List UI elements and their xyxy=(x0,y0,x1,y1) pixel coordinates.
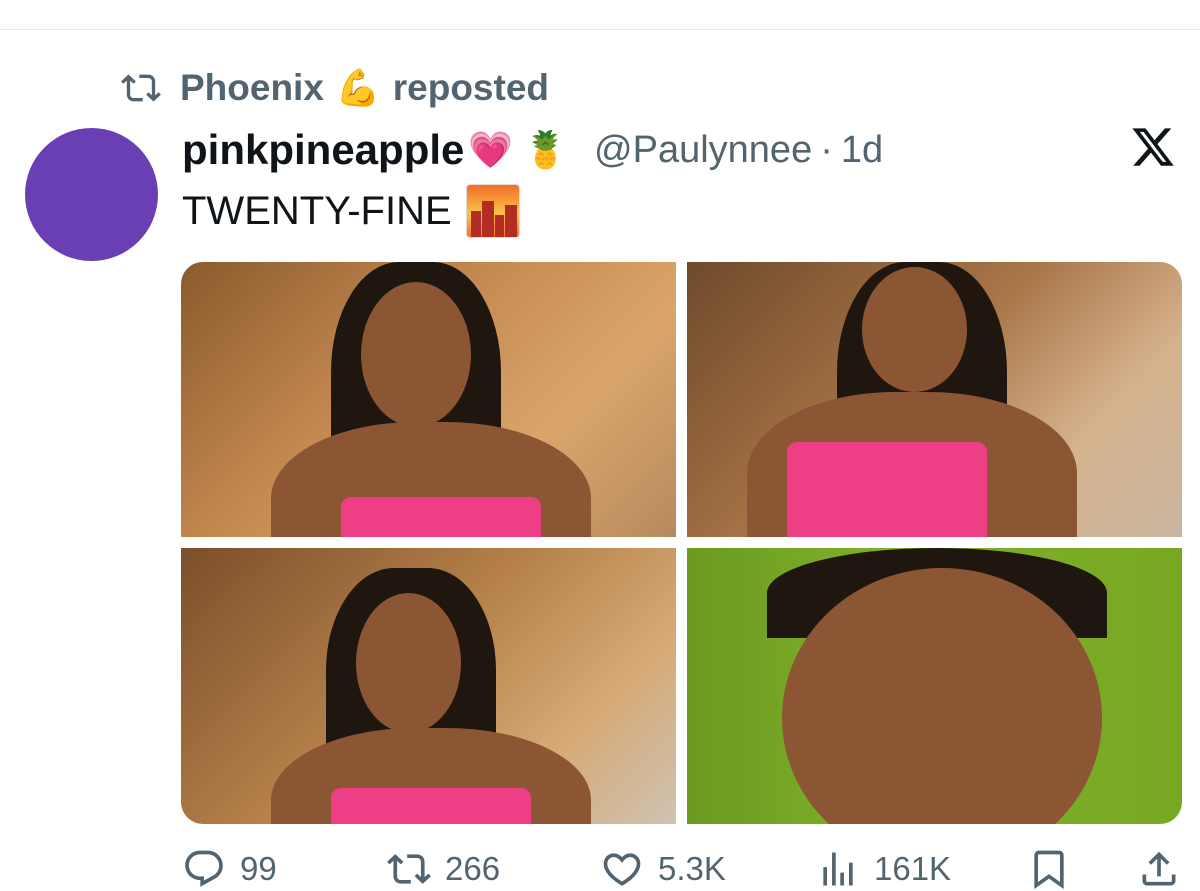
reply-count: 99 xyxy=(240,849,277,887)
heart-icon xyxy=(603,852,641,886)
photo-1[interactable] xyxy=(181,262,676,537)
tweet-header: pinkpineapple 💗 🍍 @Paulynnee · 1d xyxy=(182,122,883,178)
photo-2[interactable] xyxy=(687,262,1182,537)
view-count: 161K xyxy=(874,849,952,887)
tweet-text-content: TWENTY-FINE xyxy=(182,188,452,233)
repost-button[interactable]: 266 xyxy=(387,846,500,891)
repost-label: reposted xyxy=(392,67,550,108)
user-handle[interactable]: @Paulynnee xyxy=(594,129,812,172)
like-count: 5.3K xyxy=(658,849,726,887)
repost-user[interactable]: Phoenix xyxy=(180,67,324,109)
timestamp[interactable]: 1d xyxy=(841,129,883,172)
tweet-text: TWENTY-FINE xyxy=(182,184,520,238)
separator-dot: · xyxy=(820,128,833,171)
bookmark-icon xyxy=(1034,850,1064,889)
top-divider xyxy=(0,29,1200,30)
reply-icon xyxy=(185,850,223,887)
repost-icon xyxy=(387,853,431,884)
action-bar: 99 266 5.3K 161K xyxy=(182,846,1192,891)
bookmark-button[interactable] xyxy=(1027,846,1071,891)
cityscape-at-dusk-emoji xyxy=(465,184,520,238)
media-grid xyxy=(181,262,1182,824)
avatar[interactable] xyxy=(25,128,158,261)
x-logo-icon xyxy=(1132,128,1174,166)
views-icon xyxy=(823,852,853,885)
name-emojis: 💗 🍍 xyxy=(468,129,569,170)
repost-icon xyxy=(121,74,161,102)
photo-3[interactable] xyxy=(181,548,676,824)
views-button[interactable]: 161K xyxy=(816,846,951,891)
reply-button[interactable]: 99 xyxy=(182,846,277,891)
share-icon xyxy=(1142,851,1176,885)
repost-context[interactable]: Phoenix 💪 reposted xyxy=(118,66,549,110)
photo-4[interactable] xyxy=(687,548,1182,824)
repost-user-emoji: 💪 xyxy=(335,67,381,108)
display-name[interactable]: pinkpineapple xyxy=(182,126,464,174)
repost-count: 266 xyxy=(445,849,501,887)
like-button[interactable]: 5.3K xyxy=(600,846,726,891)
share-button[interactable] xyxy=(1137,846,1181,891)
